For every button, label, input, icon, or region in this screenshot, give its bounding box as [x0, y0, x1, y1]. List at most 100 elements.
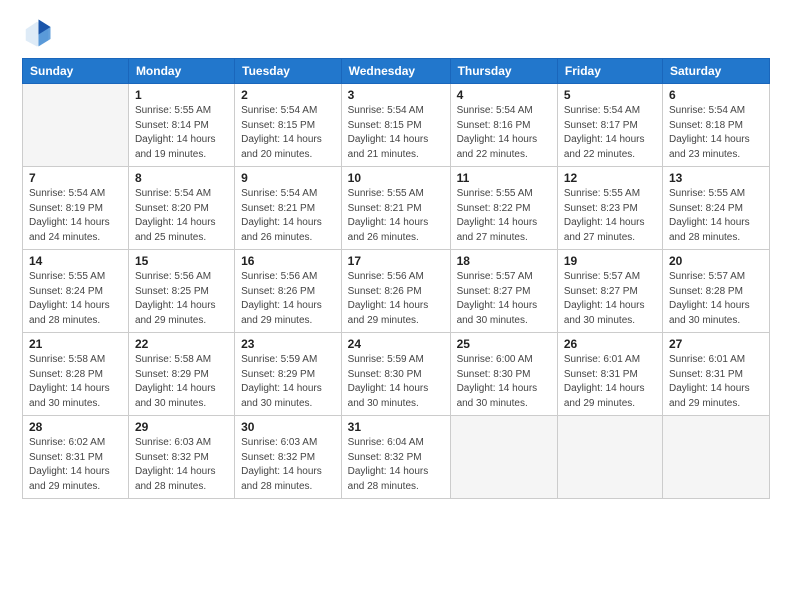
week-row-1: 7 Sunrise: 5:54 AM Sunset: 8:19 PM Daylig… [23, 167, 770, 250]
logo [22, 18, 56, 48]
day-info: Sunrise: 5:59 AM Sunset: 8:29 PM Dayligh… [241, 353, 335, 411]
day-info: Sunrise: 5:55 AM Sunset: 8:24 PM Dayligh… [669, 187, 763, 245]
day-info: Sunrise: 6:00 AM Sunset: 8:30 PM Dayligh… [457, 353, 551, 411]
day-number: 23 [241, 337, 335, 351]
day-number: 18 [457, 254, 551, 268]
weekday-header-row: SundayMondayTuesdayWednesdayThursdayFrid… [23, 59, 770, 84]
day-info: Sunrise: 6:03 AM Sunset: 8:32 PM Dayligh… [241, 436, 335, 494]
day-number: 28 [29, 420, 122, 434]
day-info: Sunrise: 5:54 AM Sunset: 8:20 PM Dayligh… [135, 187, 228, 245]
calendar-cell: 30 Sunrise: 6:03 AM Sunset: 8:32 PM Dayli… [235, 416, 342, 499]
logo-icon [22, 18, 52, 48]
calendar-cell: 4 Sunrise: 5:54 AM Sunset: 8:16 PM Daylig… [450, 84, 557, 167]
day-number: 15 [135, 254, 228, 268]
day-info: Sunrise: 5:58 AM Sunset: 8:28 PM Dayligh… [29, 353, 122, 411]
day-info: Sunrise: 5:54 AM Sunset: 8:21 PM Dayligh… [241, 187, 335, 245]
calendar-cell: 14Sunrise: 5:55 AM Sunset: 8:24 PM Dayli… [23, 250, 129, 333]
calendar-cell: 3 Sunrise: 5:54 AM Sunset: 8:15 PM Daylig… [341, 84, 450, 167]
day-number: 29 [135, 420, 228, 434]
day-info: Sunrise: 5:54 AM Sunset: 8:16 PM Dayligh… [457, 104, 551, 162]
calendar-cell: 25 Sunrise: 6:00 AM Sunset: 8:30 PM Dayli… [450, 333, 557, 416]
calendar-cell: 12Sunrise: 5:55 AM Sunset: 8:23 PM Dayli… [557, 167, 662, 250]
calendar-cell: 29 Sunrise: 6:03 AM Sunset: 8:32 PM Dayli… [128, 416, 234, 499]
calendar-cell: 13 Sunrise: 5:55 AM Sunset: 8:24 PM Dayli… [662, 167, 769, 250]
calendar-cell: 28 Sunrise: 6:02 AM Sunset: 8:31 PM Dayli… [23, 416, 129, 499]
day-info: Sunrise: 5:55 AM Sunset: 8:14 PM Dayligh… [135, 104, 228, 162]
day-number: 22 [135, 337, 228, 351]
day-info: Sunrise: 5:57 AM Sunset: 8:27 PM Dayligh… [457, 270, 551, 328]
day-number: 25 [457, 337, 551, 351]
day-number: 31 [348, 420, 444, 434]
day-number: 1 [135, 88, 228, 102]
day-number: 14 [29, 254, 122, 268]
day-info: Sunrise: 5:54 AM Sunset: 8:15 PM Dayligh… [348, 104, 444, 162]
day-info: Sunrise: 6:03 AM Sunset: 8:32 PM Dayligh… [135, 436, 228, 494]
calendar-cell [557, 416, 662, 499]
day-info: Sunrise: 5:57 AM Sunset: 8:27 PM Dayligh… [564, 270, 656, 328]
week-row-4: 28 Sunrise: 6:02 AM Sunset: 8:31 PM Dayli… [23, 416, 770, 499]
day-number: 10 [348, 171, 444, 185]
day-number: 13 [669, 171, 763, 185]
day-number: 3 [348, 88, 444, 102]
day-info: Sunrise: 5:56 AM Sunset: 8:26 PM Dayligh… [241, 270, 335, 328]
day-info: Sunrise: 6:01 AM Sunset: 8:31 PM Dayligh… [669, 353, 763, 411]
weekday-header-wednesday: Wednesday [341, 59, 450, 84]
day-number: 20 [669, 254, 763, 268]
day-number: 12 [564, 171, 656, 185]
page: SundayMondayTuesdayWednesdayThursdayFrid… [0, 0, 792, 612]
calendar-cell: 26Sunrise: 6:01 AM Sunset: 8:31 PM Dayli… [557, 333, 662, 416]
calendar-cell: 1 Sunrise: 5:55 AM Sunset: 8:14 PM Daylig… [128, 84, 234, 167]
calendar-cell: 6 Sunrise: 5:54 AM Sunset: 8:18 PM Daylig… [662, 84, 769, 167]
day-number: 11 [457, 171, 551, 185]
calendar-cell: 19 Sunrise: 5:57 AM Sunset: 8:27 PM Dayli… [557, 250, 662, 333]
day-number: 7 [29, 171, 122, 185]
calendar-cell: 23 Sunrise: 5:59 AM Sunset: 8:29 PM Dayli… [235, 333, 342, 416]
day-number: 4 [457, 88, 551, 102]
day-info: Sunrise: 5:57 AM Sunset: 8:28 PM Dayligh… [669, 270, 763, 328]
day-info: Sunrise: 6:02 AM Sunset: 8:31 PM Dayligh… [29, 436, 122, 494]
calendar-cell: 15Sunrise: 5:56 AM Sunset: 8:25 PM Dayli… [128, 250, 234, 333]
day-number: 26 [564, 337, 656, 351]
day-number: 24 [348, 337, 444, 351]
day-info: Sunrise: 5:55 AM Sunset: 8:22 PM Dayligh… [457, 187, 551, 245]
day-number: 16 [241, 254, 335, 268]
day-number: 5 [564, 88, 656, 102]
week-row-2: 14Sunrise: 5:55 AM Sunset: 8:24 PM Dayli… [23, 250, 770, 333]
day-info: Sunrise: 5:54 AM Sunset: 8:19 PM Dayligh… [29, 187, 122, 245]
day-number: 17 [348, 254, 444, 268]
day-number: 30 [241, 420, 335, 434]
calendar-cell [662, 416, 769, 499]
day-number: 27 [669, 337, 763, 351]
weekday-header-thursday: Thursday [450, 59, 557, 84]
weekday-header-friday: Friday [557, 59, 662, 84]
day-number: 6 [669, 88, 763, 102]
week-row-0: 1 Sunrise: 5:55 AM Sunset: 8:14 PM Daylig… [23, 84, 770, 167]
calendar-cell: 20 Sunrise: 5:57 AM Sunset: 8:28 PM Dayli… [662, 250, 769, 333]
day-info: Sunrise: 5:55 AM Sunset: 8:21 PM Dayligh… [348, 187, 444, 245]
calendar-cell: 22Sunrise: 5:58 AM Sunset: 8:29 PM Dayli… [128, 333, 234, 416]
calendar-table: SundayMondayTuesdayWednesdayThursdayFrid… [22, 58, 770, 499]
day-info: Sunrise: 5:54 AM Sunset: 8:15 PM Dayligh… [241, 104, 335, 162]
calendar-cell: 18 Sunrise: 5:57 AM Sunset: 8:27 PM Dayli… [450, 250, 557, 333]
calendar-cell [23, 84, 129, 167]
calendar-cell: 27 Sunrise: 6:01 AM Sunset: 8:31 PM Dayli… [662, 333, 769, 416]
weekday-header-saturday: Saturday [662, 59, 769, 84]
week-row-3: 21Sunrise: 5:58 AM Sunset: 8:28 PM Dayli… [23, 333, 770, 416]
day-number: 9 [241, 171, 335, 185]
calendar-cell: 24Sunrise: 5:59 AM Sunset: 8:30 PM Dayli… [341, 333, 450, 416]
day-info: Sunrise: 6:04 AM Sunset: 8:32 PM Dayligh… [348, 436, 444, 494]
calendar-cell: 31 Sunrise: 6:04 AM Sunset: 8:32 PM Dayli… [341, 416, 450, 499]
calendar-cell: 7 Sunrise: 5:54 AM Sunset: 8:19 PM Daylig… [23, 167, 129, 250]
calendar-cell: 5 Sunrise: 5:54 AM Sunset: 8:17 PM Daylig… [557, 84, 662, 167]
calendar-cell: 9 Sunrise: 5:54 AM Sunset: 8:21 PM Daylig… [235, 167, 342, 250]
calendar-cell: 17Sunrise: 5:56 AM Sunset: 8:26 PM Dayli… [341, 250, 450, 333]
day-info: Sunrise: 5:54 AM Sunset: 8:17 PM Dayligh… [564, 104, 656, 162]
calendar-cell: 16 Sunrise: 5:56 AM Sunset: 8:26 PM Dayli… [235, 250, 342, 333]
calendar-cell: 10 Sunrise: 5:55 AM Sunset: 8:21 PM Dayli… [341, 167, 450, 250]
calendar-cell: 8Sunrise: 5:54 AM Sunset: 8:20 PM Daylig… [128, 167, 234, 250]
weekday-header-sunday: Sunday [23, 59, 129, 84]
calendar-cell: 11 Sunrise: 5:55 AM Sunset: 8:22 PM Dayli… [450, 167, 557, 250]
day-number: 19 [564, 254, 656, 268]
day-info: Sunrise: 5:54 AM Sunset: 8:18 PM Dayligh… [669, 104, 763, 162]
calendar-cell: 21Sunrise: 5:58 AM Sunset: 8:28 PM Dayli… [23, 333, 129, 416]
